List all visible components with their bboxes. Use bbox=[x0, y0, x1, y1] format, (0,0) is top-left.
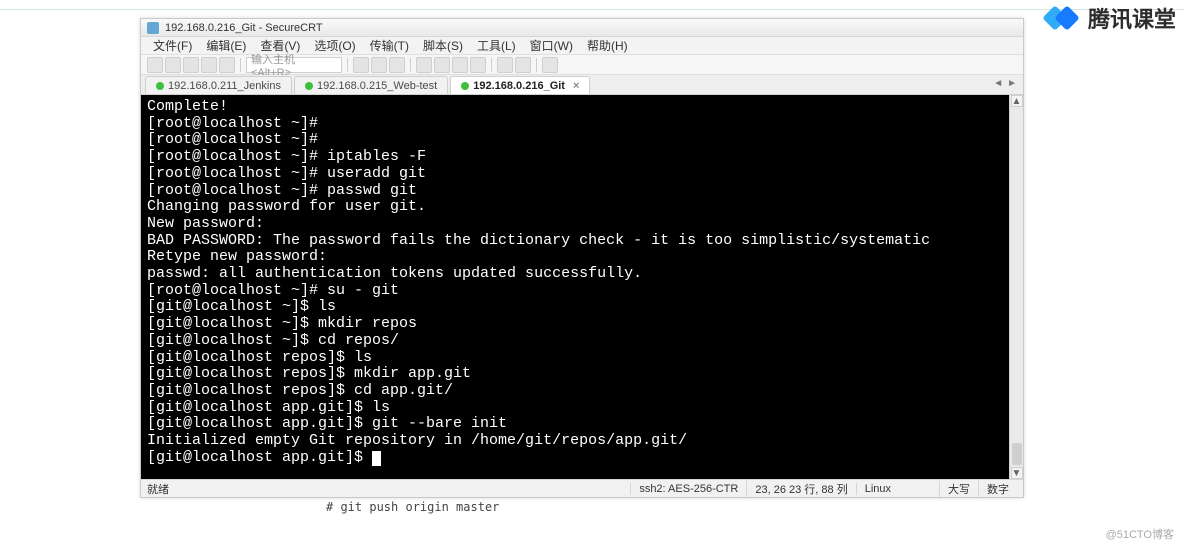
watermark-tencent-ketang: 腾讯课堂 bbox=[1046, 2, 1176, 34]
toolbar-button[interactable] bbox=[416, 57, 432, 73]
toolbar-button[interactable] bbox=[201, 57, 217, 73]
toolbar-button[interactable] bbox=[452, 57, 468, 73]
status-bar: 就绪 ssh2: AES-256-CTR 23, 26 23 行, 88 列 L… bbox=[141, 479, 1023, 497]
tab-git[interactable]: 192.168.0.216_Git × bbox=[450, 76, 590, 94]
status-dot-icon bbox=[305, 82, 313, 90]
toolbar-button[interactable] bbox=[497, 57, 513, 73]
scroll-track[interactable] bbox=[1012, 107, 1022, 467]
tabs-bar: 192.168.0.211_Jenkins 192.168.0.215_Web-… bbox=[141, 75, 1023, 95]
watermark-51cto: @51CTO博客 bbox=[1106, 526, 1174, 542]
toolbar-button[interactable] bbox=[147, 57, 163, 73]
toolbar-separator bbox=[347, 58, 348, 72]
toolbar-button[interactable] bbox=[183, 57, 199, 73]
app-icon bbox=[147, 22, 159, 34]
menu-script[interactable]: 脚本(S) bbox=[417, 37, 469, 54]
tab-nav: ◄ ► bbox=[993, 78, 1017, 89]
below-note-text: # git push origin master bbox=[326, 500, 499, 514]
status-state: 就绪 bbox=[147, 481, 169, 497]
tab-nav-prev-icon[interactable]: ◄ bbox=[993, 78, 1003, 89]
window-titlebar[interactable]: 192.168.0.216_Git - SecureCRT bbox=[141, 19, 1023, 37]
status-caps: 大写 bbox=[939, 481, 978, 497]
toolbar-button[interactable] bbox=[542, 57, 558, 73]
menu-transfer[interactable]: 传输(T) bbox=[364, 37, 415, 54]
toolbar-button[interactable] bbox=[434, 57, 450, 73]
tab-label: 192.168.0.215_Web-test bbox=[317, 80, 437, 92]
vertical-scrollbar[interactable]: ▲ ▼ bbox=[1009, 95, 1023, 479]
status-connection: ssh2: AES-256-CTR bbox=[630, 483, 746, 495]
toolbar-button[interactable] bbox=[165, 57, 181, 73]
scroll-thumb[interactable] bbox=[1012, 443, 1022, 465]
toolbar: 输入主机 <Alt+R> bbox=[141, 55, 1023, 75]
status-os: Linux bbox=[856, 483, 899, 495]
menu-edit[interactable]: 编辑(E) bbox=[200, 37, 252, 54]
page-top-divider bbox=[0, 9, 1184, 10]
menu-file[interactable]: 文件(F) bbox=[147, 37, 198, 54]
host-input[interactable]: 输入主机 <Alt+R> bbox=[246, 57, 342, 73]
toolbar-button[interactable] bbox=[470, 57, 486, 73]
toolbar-button[interactable] bbox=[389, 57, 405, 73]
terminal-area: Complete! [root@localhost ~]# [root@loca… bbox=[141, 95, 1023, 479]
toolbar-separator bbox=[536, 58, 537, 72]
status-dot-icon bbox=[461, 82, 469, 90]
menu-help[interactable]: 帮助(H) bbox=[581, 37, 634, 54]
scroll-up-icon[interactable]: ▲ bbox=[1011, 95, 1023, 107]
terminal[interactable]: Complete! [root@localhost ~]# [root@loca… bbox=[141, 95, 1009, 479]
scroll-down-icon[interactable]: ▼ bbox=[1011, 467, 1023, 479]
window-title: 192.168.0.216_Git - SecureCRT bbox=[165, 22, 323, 34]
toolbar-separator bbox=[491, 58, 492, 72]
tencent-ketang-logo-icon bbox=[1046, 5, 1082, 31]
toolbar-separator bbox=[240, 58, 241, 72]
terminal-cursor bbox=[372, 451, 381, 466]
tab-web-test[interactable]: 192.168.0.215_Web-test bbox=[294, 76, 448, 94]
toolbar-button[interactable] bbox=[219, 57, 235, 73]
menu-window[interactable]: 窗口(W) bbox=[524, 37, 579, 54]
tab-jenkins[interactable]: 192.168.0.211_Jenkins bbox=[145, 76, 292, 94]
status-position: 23, 26 23 行, 88 列 bbox=[746, 481, 855, 497]
tab-label: 192.168.0.216_Git bbox=[473, 80, 565, 92]
tab-nav-next-icon[interactable]: ► bbox=[1007, 78, 1017, 89]
menu-tools[interactable]: 工具(L) bbox=[471, 37, 522, 54]
tab-close-icon[interactable]: × bbox=[573, 80, 579, 92]
toolbar-button[interactable] bbox=[371, 57, 387, 73]
tab-label: 192.168.0.211_Jenkins bbox=[168, 80, 281, 92]
status-num: 数字 bbox=[978, 481, 1017, 497]
toolbar-separator bbox=[410, 58, 411, 72]
toolbar-button[interactable] bbox=[515, 57, 531, 73]
securecrt-window: 192.168.0.216_Git - SecureCRT 文件(F) 编辑(E… bbox=[140, 18, 1024, 498]
toolbar-button[interactable] bbox=[353, 57, 369, 73]
watermark-tr-text: 腾讯课堂 bbox=[1088, 2, 1176, 34]
status-dot-icon bbox=[156, 82, 164, 90]
